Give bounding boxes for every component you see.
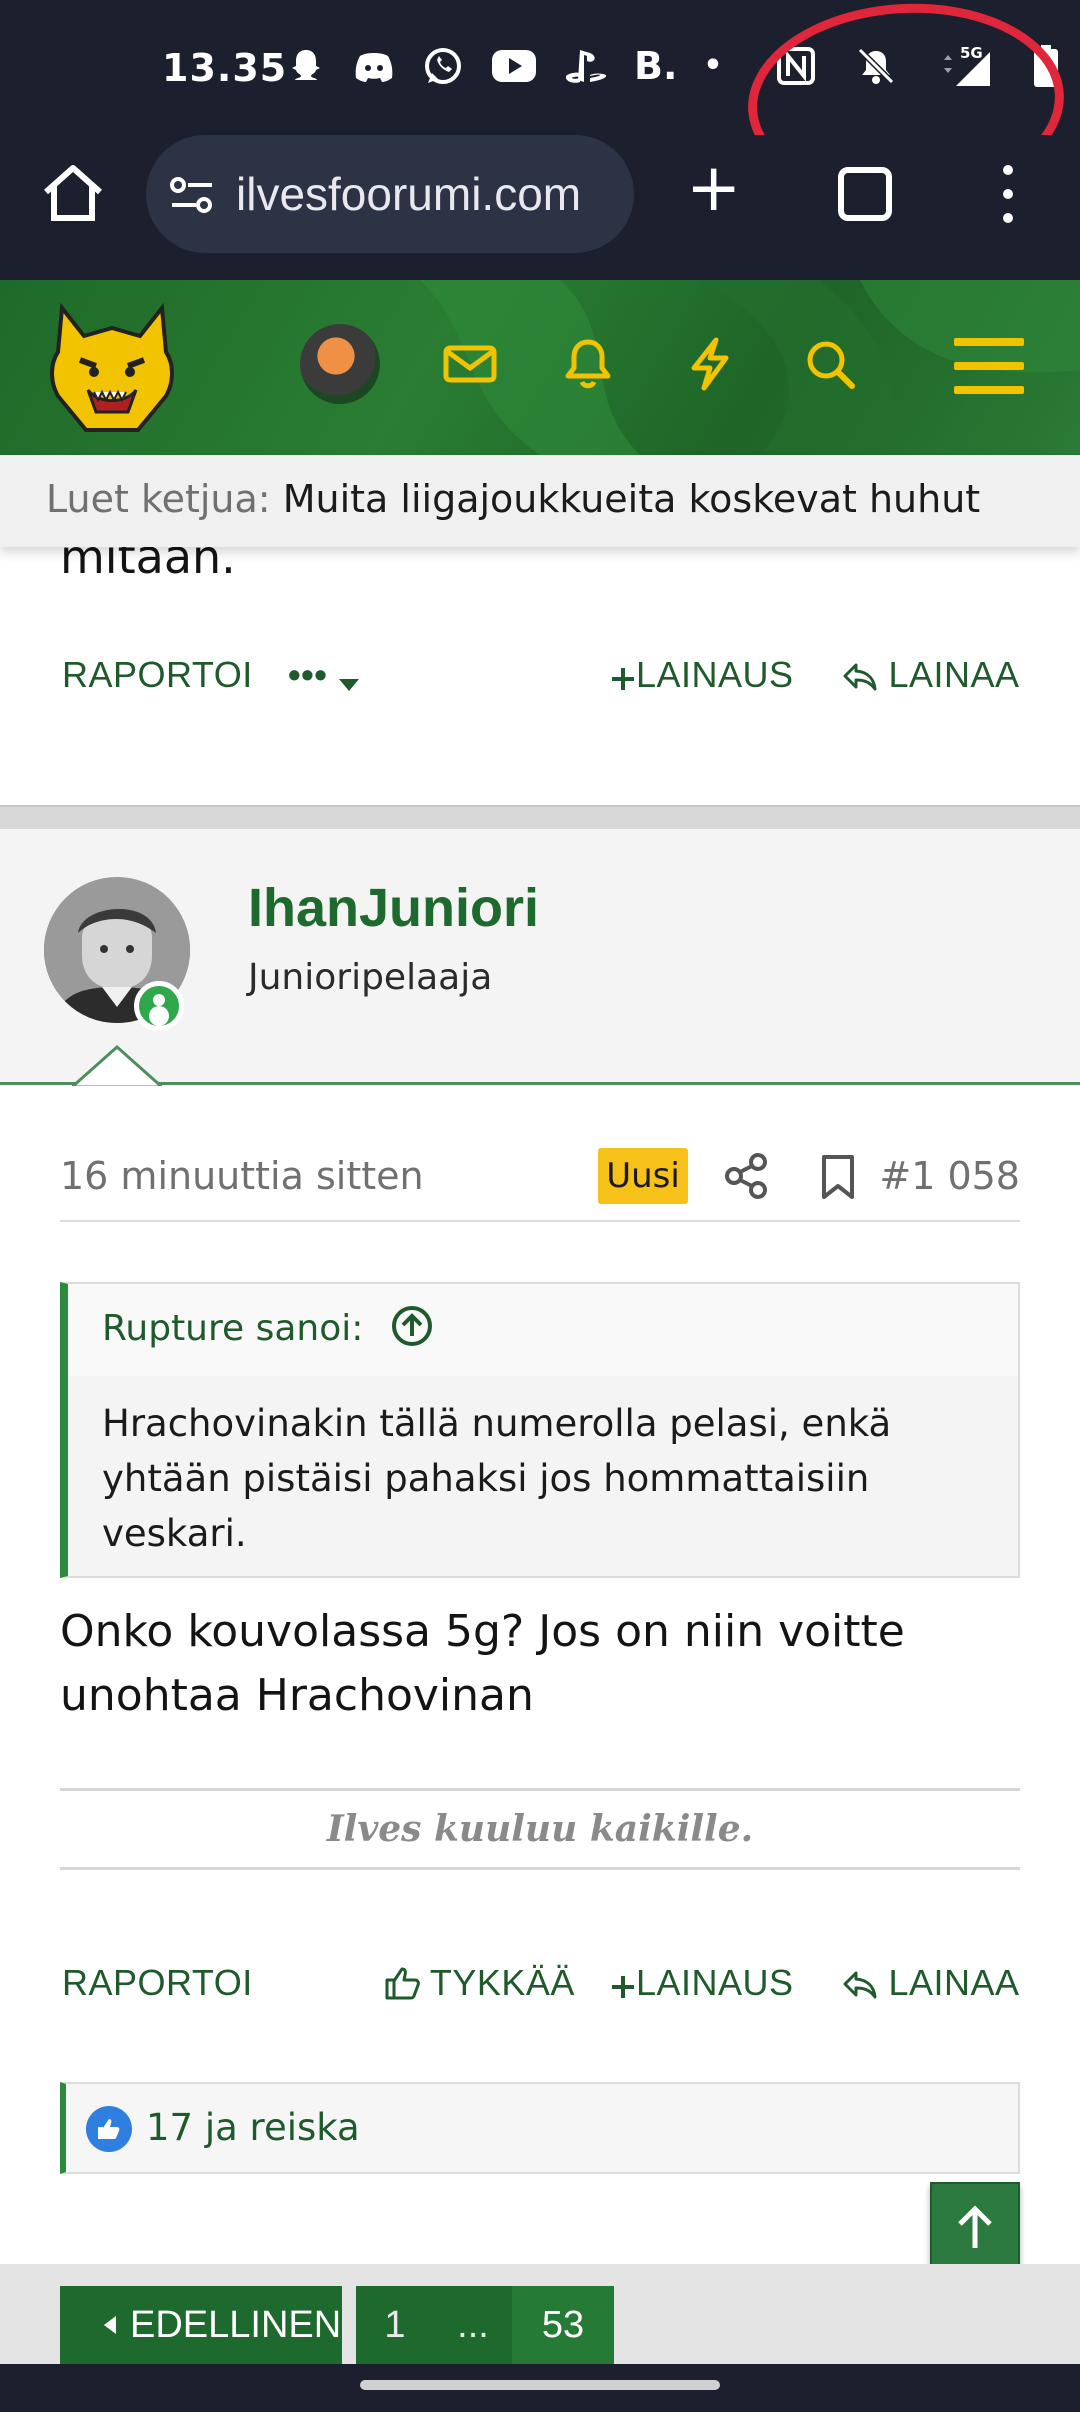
mail-icon[interactable] [442,336,498,392]
back-to-top-button[interactable] [930,2182,1020,2274]
status-bar: 13.35 B. • 5G [0,0,1080,209]
signature-text: Ilves kuuluu kaikille. [326,1808,754,1850]
b-icon: B. [634,44,678,88]
address-bar[interactable]: ilvesfoorumi.com [146,135,634,253]
reactions-bar[interactable]: 17 ja reiska [60,2082,1020,2174]
multiquote-label: LAINAUS [636,1962,794,2003]
quote-text: Hrachovinakin tällä numerolla pelasi, en… [102,1402,892,1555]
more-options-button[interactable]: ••• [288,654,360,696]
thread-reading-bar[interactable]: Luet ketjua: Muita liigajoukkueita koske… [0,455,1080,547]
like-label: TYKKÄÄ [429,1962,575,2003]
share-icon[interactable] [724,1152,770,1200]
user-title: Junioripelaaja [248,957,493,998]
multiquote-button[interactable]: LAINAUS [610,654,794,696]
arrow-up-icon [958,2205,992,2248]
new-badge: Uusi [598,1148,688,1204]
snapchat-icon [292,50,320,80]
post-user-block: IhanJuniori Junioripelaaja [0,829,1080,1085]
status-time: 13.35 [162,46,288,90]
discord-icon [355,53,393,82]
post-meta: 16 minuuttia sitten Uusi #1 058 [60,1148,1020,1222]
home-icon[interactable] [40,160,106,226]
multiquote-button[interactable]: LAINAUS [610,1962,794,2004]
reply-icon [843,1971,877,1999]
ilves-logo[interactable] [42,298,182,438]
arrow-up-circle-icon[interactable] [390,1304,434,1348]
previous-post-actions: RAPORTOI ••• LAINAUS LAINAA [0,648,1080,708]
like-reaction-icon [86,2106,132,2152]
reply-label: LAINAA [888,1962,1020,2003]
quote-author[interactable]: Rupture sanoi: [102,1308,363,1349]
browser-toolbar: ilvesfoorumi.com + [0,135,1080,280]
report-link[interactable]: RAPORTOI [62,1962,253,2004]
thumbs-up-icon [385,1967,420,2000]
post-time[interactable]: 16 minuuttia sitten [60,1154,424,1198]
playstation-icon [565,50,607,83]
post-body: Onko kouvolassa 5g? Jos on niin voitte u… [60,1606,905,1721]
post-actions: RAPORTOI TYKKÄÄ LAINAUS LAINAA [0,1956,1080,2016]
post-divider [0,805,1080,829]
more-dots: ••• [288,654,328,695]
system-nav-bar [0,2364,1080,2412]
pagination-bar: EDELLINEN 1 ... 53 [0,2264,1080,2364]
reactions-text[interactable]: 17 ja reiska [146,2106,360,2149]
site-settings-icon[interactable] [170,175,214,215]
thread-title[interactable]: Muita liigajoukkueita koskevat huhut [283,477,981,521]
browser-menu-button[interactable] [998,165,1018,225]
search-icon[interactable] [802,336,858,392]
new-tab-button[interactable]: + [686,155,741,221]
previous-page-label: EDELLINEN [130,2304,342,2346]
tab-switcher-button[interactable] [838,167,892,221]
chevron-down-icon [338,679,359,691]
reading-label: Luet ketjua: [46,477,271,521]
previous-page-button[interactable]: EDELLINEN [60,2286,342,2364]
page-1-link[interactable]: 1 [356,2286,434,2364]
post-username[interactable]: IhanJuniori [248,877,539,939]
reply-button[interactable]: LAINAA [842,1962,1020,2004]
like-button[interactable]: TYKKÄÄ [384,1962,575,2004]
lightning-icon[interactable] [682,336,738,392]
bell-icon[interactable] [560,336,616,392]
bookmark-icon[interactable] [818,1154,858,1200]
site-header [0,280,1080,455]
plus-icon [612,668,634,690]
page-ellipsis[interactable]: ... [434,2286,512,2364]
hamburger-menu-icon[interactable] [954,338,1024,394]
reply-icon [843,663,877,691]
notification-icons: B. • [286,44,723,88]
signature: Ilves kuuluu kaikille. [60,1788,1020,1870]
whatsapp-icon [425,48,461,84]
post-number[interactable]: #1 058 [879,1154,1020,1198]
youtube-icon [492,50,536,82]
quote-header[interactable]: Rupture sanoi: [68,1284,1018,1376]
online-status-icon [134,981,184,1031]
reply-button[interactable]: LAINAA [842,654,1020,696]
plus-icon [612,1976,634,1998]
user-block-pointer [72,1045,162,1089]
report-link[interactable]: RAPORTOI [62,654,253,696]
page-53-link[interactable]: 53 [512,2286,614,2364]
user-avatar-small[interactable] [300,324,380,404]
url-text[interactable]: ilvesfoorumi.com [236,167,616,221]
reply-label: LAINAA [888,654,1020,695]
gesture-handle[interactable] [360,2380,720,2390]
multiquote-label: LAINAUS [636,654,794,695]
quote-block: Rupture sanoi: Hrachovinakin tällä numer… [60,1282,1020,1578]
dot-icon: • [703,48,723,83]
